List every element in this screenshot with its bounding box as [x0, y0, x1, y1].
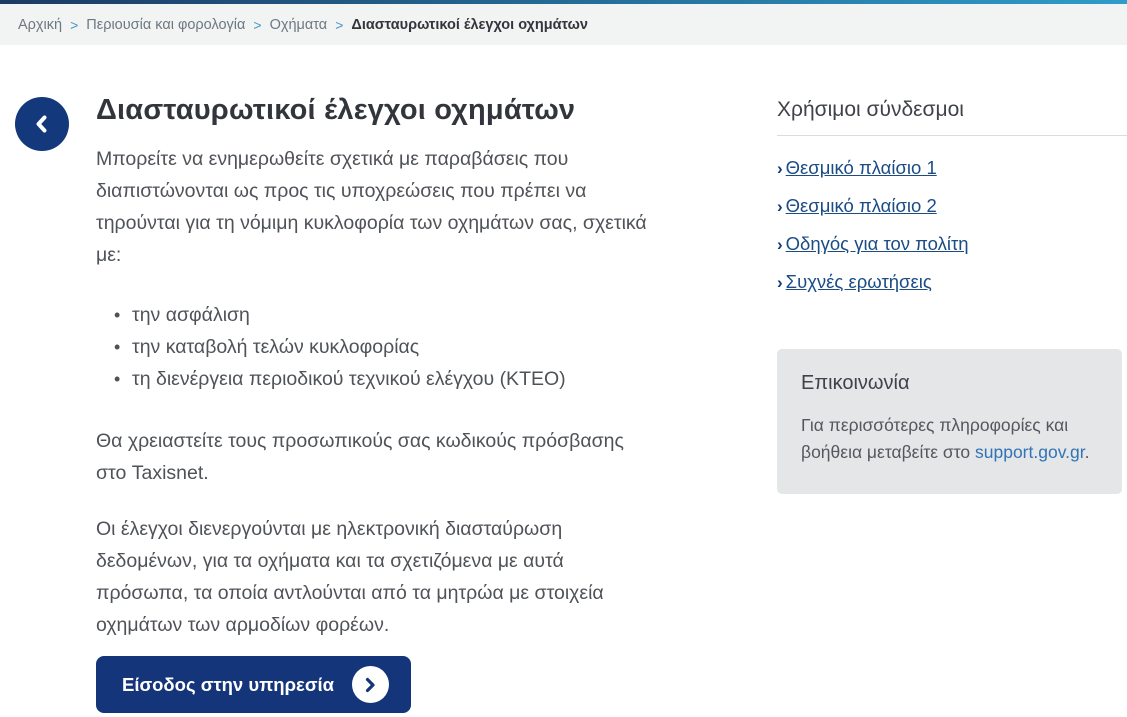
support-gov-gr-link[interactable]: support.gov.gr: [975, 442, 1085, 462]
breadcrumb-link-home[interactable]: Αρχική: [18, 17, 62, 33]
list-item: την καταβολή τελών κυκλοφορίας: [114, 331, 652, 363]
chevron-right-icon: ›: [777, 159, 783, 178]
breadcrumb-separator-icon: >: [335, 16, 344, 33]
breadcrumb-current-page: Διασταυρωτικοί έλεγχοι οχημάτων: [351, 16, 588, 33]
list-item: › Θεσμικό πλαίσιο 2: [777, 194, 1127, 219]
list-item: › Οδηγός για τον πολίτη: [777, 232, 1127, 257]
list-item: › Θεσμικό πλαίσιο 1: [777, 156, 1127, 181]
link-citizen-guide[interactable]: Οδηγός για τον πολίτη: [786, 232, 969, 256]
contact-title: Επικοινωνία: [801, 372, 910, 394]
arrow-right-icon: [351, 666, 389, 703]
back-button[interactable]: [15, 97, 69, 151]
useful-links-title: Χρήσιμοι σύνδεσμοι: [777, 98, 964, 121]
checks-paragraph: Οι έλεγχοι διενεργούνται με ηλεκτρονική …: [96, 518, 604, 636]
link-faq[interactable]: Συχνές ερωτήσεις: [786, 270, 932, 294]
breadcrumb-separator-icon: >: [253, 16, 262, 33]
breadcrumb-separator-icon: >: [70, 16, 79, 33]
service-login-button[interactable]: Είσοδος στην υπηρεσία: [96, 656, 411, 713]
sidebar: Χρήσιμοι σύνδεσμοι › Θεσμικό πλαίσιο 1 ›…: [777, 98, 1127, 494]
chevron-left-icon: [31, 113, 53, 135]
chevron-right-icon: ›: [777, 235, 783, 254]
credentials-paragraph: Θα χρειαστείτε τους προσωπικούς σας κωδι…: [96, 430, 624, 484]
breadcrumb-link-property-tax[interactable]: Περιουσία και φορολογία: [86, 17, 245, 33]
contact-text: Για περισσότερες πληροφορίες και βοήθεια…: [801, 412, 1098, 466]
contact-text-after: .: [1084, 442, 1090, 462]
useful-links-list: › Θεσμικό πλαίσιο 1 › Θεσμικό πλαίσιο 2 …: [777, 150, 1127, 302]
obligations-list: την ασφάλιση την καταβολή τελών κυκλοφορ…: [96, 299, 652, 395]
contact-box: Επικοινωνία Για περισσότερες πληροφορίες…: [777, 349, 1122, 494]
intro-paragraph: Μπορείτε να ενημερωθείτε σχετικά με παρα…: [96, 148, 647, 266]
link-legal-framework-1[interactable]: Θεσμικό πλαίσιο 1: [786, 156, 937, 180]
list-item: την ασφάλιση: [114, 299, 652, 331]
link-legal-framework-2[interactable]: Θεσμικό πλαίσιο 2: [786, 194, 937, 218]
breadcrumb-link-vehicles[interactable]: Οχήματα: [270, 17, 328, 33]
chevron-right-icon: ›: [777, 197, 783, 216]
main-content: Διασταυρωτικοί έλεγχοι οχημάτων Μπορείτε…: [96, 92, 652, 665]
service-login-button-label: Είσοδος στην υπηρεσία: [122, 673, 334, 695]
list-item: › Συχνές ερωτήσεις: [777, 270, 1127, 295]
chevron-right-icon: ›: [777, 273, 783, 292]
sidebar-divider: [777, 135, 1127, 136]
page-title: Διασταυρωτικοί έλεγχοι οχημάτων: [96, 94, 576, 126]
list-item: τη διενέργεια περιοδικού τεχνικού ελέγχο…: [114, 363, 652, 395]
breadcrumb: Αρχική > Περιουσία και φορολογία > Οχήμα…: [0, 4, 1127, 45]
